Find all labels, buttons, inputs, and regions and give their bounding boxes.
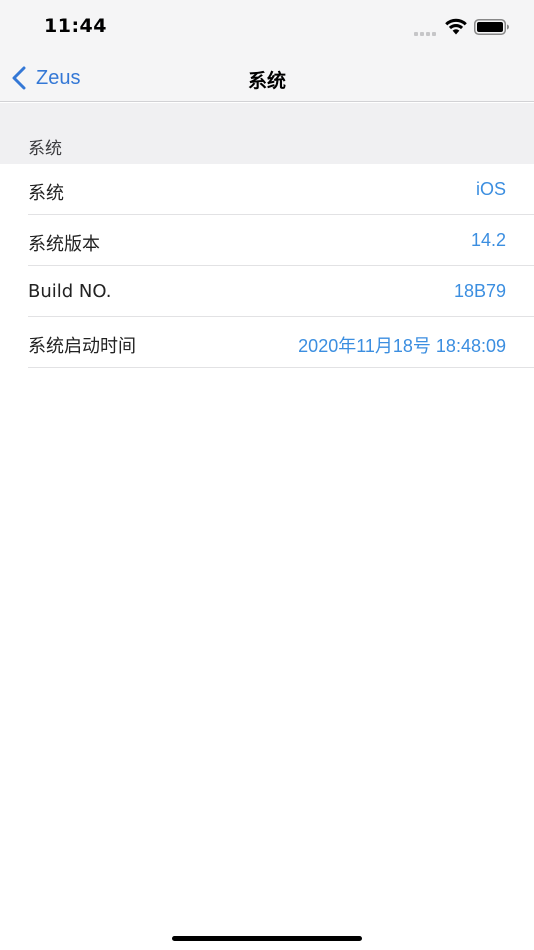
row-label: 系统版本 — [28, 234, 100, 255]
row-value: iOS — [475, 179, 506, 199]
row-system: 系统 iOS — [28, 164, 534, 215]
row-label: 系统启动时间 — [28, 336, 136, 357]
section-header: 系统 — [0, 103, 534, 164]
status-time: 11:44 — [44, 15, 107, 37]
row-value: 18B79 — [453, 281, 506, 301]
navigation-bar: Zeus 系统 — [0, 54, 534, 102]
row-value: 14.2 — [470, 230, 506, 250]
row-build-number: Build NO. 18B79 — [28, 266, 534, 317]
section-header-label: 系统 — [28, 139, 62, 159]
row-value: 2020年11月18号 18:48:09 — [298, 336, 506, 356]
info-list: 系统 iOS 系统版本 14.2 Build NO. 18B79 系统启动时间 … — [0, 164, 534, 368]
row-system-version: 系统版本 14.2 — [28, 215, 534, 266]
status-bar: 11:44 — [0, 0, 534, 54]
page-title: 系统 — [247, 70, 286, 92]
row-label: Build NO. — [28, 281, 112, 302]
screen: 11:44 Zeus 系统 系统 系统 iOS 系统版本 14.2 Build … — [0, 0, 534, 950]
row-boot-time: 系统启动时间 2020年11月18号 18:48:09 — [28, 317, 534, 368]
battery-icon — [474, 19, 509, 35]
row-label: 系统 — [28, 183, 64, 204]
signal-icon — [414, 28, 438, 36]
home-indicator[interactable] — [172, 936, 362, 941]
wifi-icon — [445, 18, 467, 35]
